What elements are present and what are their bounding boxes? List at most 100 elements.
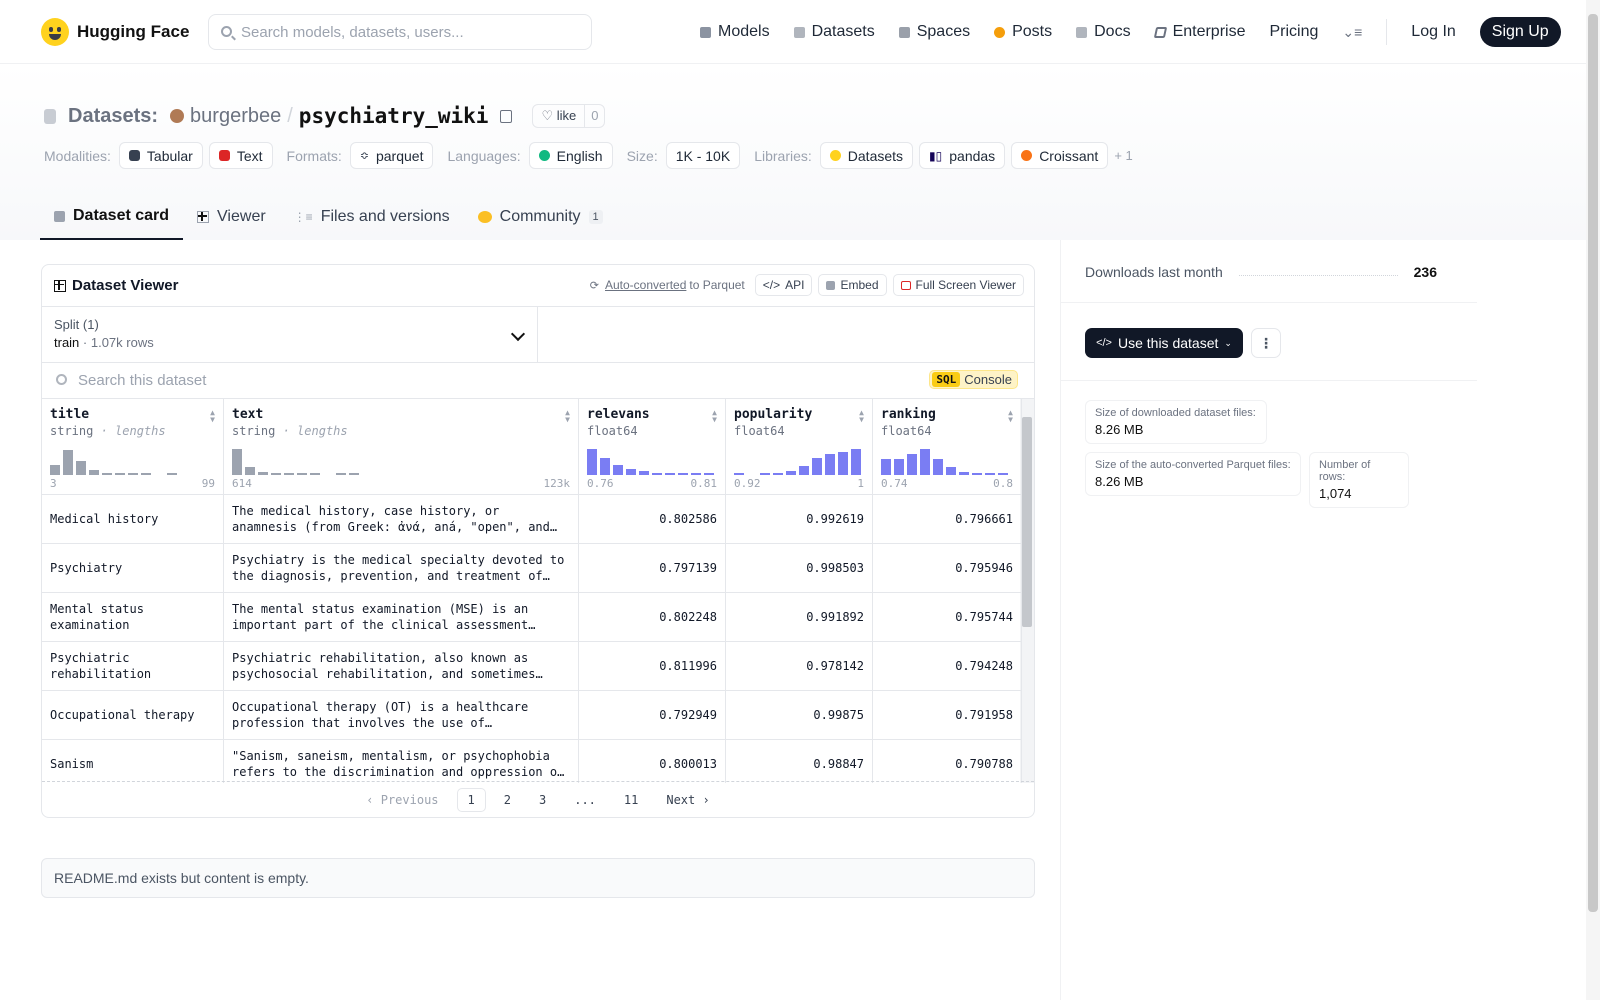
histogram-bar[interactable]	[336, 473, 346, 475]
histogram-bar[interactable]	[838, 451, 848, 475]
cell-title[interactable]: Medical history	[42, 495, 224, 543]
histogram-bar[interactable]	[665, 473, 675, 475]
histogram-bar[interactable]	[310, 473, 320, 475]
histogram-bar[interactable]	[933, 459, 943, 475]
use-dataset-button[interactable]: </> Use this dataset ⌄	[1085, 328, 1243, 358]
histogram-bar[interactable]	[297, 473, 307, 475]
cell-title[interactable]: Psychiatry	[42, 544, 224, 592]
nav-docs[interactable]: Docs	[1076, 23, 1131, 41]
full-screen-button[interactable]: Full Screen Viewer	[892, 274, 1024, 296]
cell-text[interactable]: The medical history, case history, or an…	[224, 495, 579, 543]
page-scrollbar-thumb[interactable]	[1588, 14, 1598, 912]
more-tags[interactable]: + 1	[1114, 148, 1132, 163]
histogram-bar[interactable]	[63, 450, 73, 475]
page-scrollbar[interactable]	[1586, 0, 1600, 1000]
cell-text[interactable]: Occupational therapy (OT) is a healthcar…	[224, 691, 579, 739]
histogram-bar[interactable]	[799, 465, 809, 475]
column-header-relevans[interactable]: relevans float64 ▲ ▼ 0.76 0.81	[579, 399, 726, 495]
table-row[interactable]: Psychiatry Psychiatry is the medical spec…	[42, 544, 1022, 593]
nav-enterprise[interactable]: Enterprise	[1153, 23, 1245, 41]
histogram-bar[interactable]	[232, 449, 242, 475]
column-header-title[interactable]: title string · lengths ▲ ▼ 3 99	[42, 399, 224, 495]
more-options-icon[interactable]: ⋮	[1251, 328, 1281, 358]
table-scrollbar[interactable]	[1020, 399, 1034, 783]
histogram-bar[interactable]	[998, 473, 1008, 475]
histogram-bar[interactable]	[691, 473, 701, 475]
cell-ranking[interactable]: 0.796661	[873, 495, 1022, 543]
histogram-bar[interactable]	[959, 471, 969, 475]
column-header-popularity[interactable]: popularity float64 ▲ ▼ 0.92 1	[726, 399, 873, 495]
histogram-bar[interactable]	[284, 473, 294, 475]
login-link[interactable]: Log In	[1411, 23, 1455, 41]
signup-button[interactable]: Sign Up	[1479, 17, 1561, 47]
sort-icon[interactable]: ▲ ▼	[210, 409, 215, 424]
tab-dataset-card[interactable]: Dataset card	[40, 194, 184, 240]
histogram-bar[interactable]	[773, 472, 783, 475]
page-1-button[interactable]: 1	[456, 787, 486, 812]
histogram-bar[interactable]	[881, 459, 891, 475]
table-row[interactable]: Medical history The medical history, case…	[42, 495, 1022, 544]
nav-spaces[interactable]: Spaces	[898, 23, 970, 41]
cell-title[interactable]: Occupational therapy	[42, 691, 224, 739]
histogram-bar[interactable]	[89, 469, 99, 475]
page-11-button[interactable]: 11	[614, 789, 648, 811]
tag-tabular[interactable]: Tabular	[118, 142, 203, 169]
page-2-button[interactable]: 2	[494, 789, 521, 811]
global-search-input[interactable]: Search models, datasets, users...	[208, 14, 592, 50]
cell-ranking[interactable]: 0.795946	[873, 544, 1022, 592]
tag-english[interactable]: English	[528, 142, 613, 169]
histogram-bar[interactable]	[271, 473, 281, 475]
cell-ranking[interactable]: 0.794248	[873, 642, 1022, 690]
histogram-bar[interactable]	[76, 460, 86, 475]
histogram-bar[interactable]	[652, 472, 662, 475]
histogram-bar[interactable]	[907, 454, 917, 475]
cell-ranking[interactable]: 0.790788	[873, 740, 1022, 783]
next-page-button[interactable]: Next ›	[656, 789, 719, 811]
nav-datasets[interactable]: Datasets	[793, 23, 875, 41]
histogram-bar[interactable]	[786, 471, 796, 475]
histogram-bar[interactable]	[734, 473, 744, 475]
cell-text[interactable]: Psychiatry is the medical specialty devo…	[224, 544, 579, 592]
tag-text[interactable]: Text	[208, 142, 273, 169]
nav-pricing[interactable]: Pricing	[1269, 23, 1318, 41]
page-3-button[interactable]: 3	[529, 789, 556, 811]
cell-popularity[interactable]: 0.978142	[726, 642, 873, 690]
tab-viewer[interactable]: Viewer	[183, 194, 280, 240]
histogram-bar[interactable]	[50, 464, 60, 475]
nav-models[interactable]: Models	[700, 23, 770, 41]
cell-relevans[interactable]: 0.792949	[579, 691, 726, 739]
histogram-bar[interactable]	[972, 473, 982, 475]
cell-relevans[interactable]: 0.800013	[579, 740, 726, 783]
histogram-bar[interactable]	[600, 458, 610, 475]
cell-text[interactable]: Psychiatric rehabilitation, also known a…	[224, 642, 579, 690]
table-row[interactable]: Psychiatric rehabilitation Psychiatric re…	[42, 642, 1022, 691]
sort-icon[interactable]: ▲ ▼	[565, 409, 570, 424]
column-header-text[interactable]: text string · lengths ▲ ▼ 614 123k	[224, 399, 579, 495]
cell-title[interactable]: Sanism	[42, 740, 224, 783]
histogram-bar[interactable]	[812, 458, 822, 475]
histogram-bar[interactable]	[985, 473, 995, 475]
cell-relevans[interactable]: 0.802248	[579, 593, 726, 641]
cell-ranking[interactable]: 0.795744	[873, 593, 1022, 641]
histogram-bar[interactable]	[167, 473, 177, 475]
cell-relevans[interactable]: 0.811996	[579, 642, 726, 690]
histogram-bar[interactable]	[920, 449, 930, 475]
histogram-bar[interactable]	[760, 473, 770, 475]
histogram-bar[interactable]	[851, 449, 861, 475]
histogram-bar[interactable]	[626, 469, 636, 475]
previous-page-button[interactable]: ‹ Previous	[356, 789, 448, 811]
column-header-ranking[interactable]: ranking float64 ▲ ▼ 0.74 0.8	[873, 399, 1022, 495]
histogram-bar[interactable]	[258, 471, 268, 475]
cell-title[interactable]: Mental status examination	[42, 593, 224, 641]
breadcrumb-section[interactable]: Datasets:	[68, 105, 158, 128]
more-menu-icon[interactable]: ⌄≡	[1342, 24, 1362, 41]
cell-popularity[interactable]: 0.992619	[726, 495, 873, 543]
histogram-bar[interactable]	[115, 473, 125, 475]
tag-size[interactable]: 1K - 10K	[665, 142, 741, 169]
cell-popularity[interactable]: 0.99875	[726, 691, 873, 739]
nav-posts[interactable]: Posts	[994, 23, 1052, 41]
histogram-bar[interactable]	[639, 471, 649, 475]
tab-files[interactable]: ⋮≡ Files and versions	[280, 194, 464, 240]
hf-logo-link[interactable]: Hugging Face	[41, 18, 189, 46]
split-selector[interactable]: Split (1) train · 1.07k rows	[42, 307, 538, 362]
